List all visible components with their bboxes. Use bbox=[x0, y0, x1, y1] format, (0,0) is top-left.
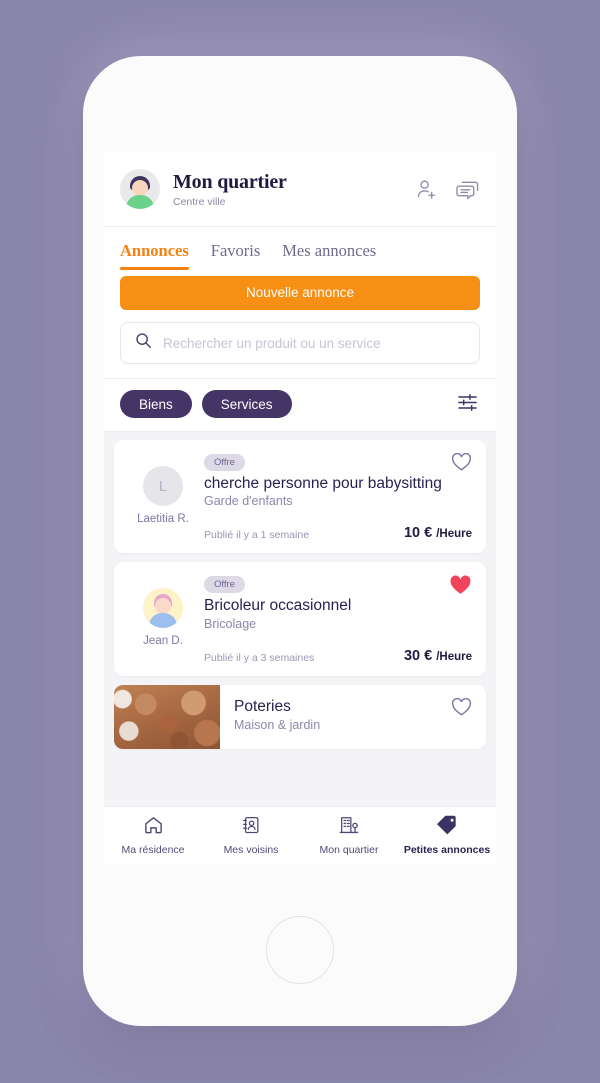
home-button[interactable] bbox=[266, 916, 334, 984]
search-bar[interactable] bbox=[120, 322, 480, 364]
author-name: Laetitia R. bbox=[137, 513, 189, 525]
app-header: Mon quartier Centre ville bbox=[104, 152, 496, 227]
avatar-body bbox=[126, 195, 154, 209]
listing-body: Poteries Maison & jardin bbox=[220, 685, 486, 749]
listing-author: L Laetitia R. bbox=[126, 452, 200, 541]
avatar-face bbox=[132, 180, 148, 196]
new-ad-button[interactable]: Nouvelle annonce bbox=[120, 276, 480, 310]
pottery-photo bbox=[114, 684, 220, 749]
tab-bar: Annonces Favoris Mes annonces bbox=[104, 227, 496, 270]
listing-title: Bricoleur occasionnel bbox=[204, 597, 352, 615]
bottom-navigation: Ma résidence Mes voisins Mon quartier Pe… bbox=[104, 806, 496, 864]
filter-chips-row: Biens Services bbox=[104, 378, 496, 432]
listings-list: L Laetitia R. Offre cherche personne pou… bbox=[104, 432, 496, 749]
listing-price: 30 € /Heure bbox=[404, 648, 472, 664]
nav-label: Ma résidence bbox=[121, 844, 185, 856]
price-unit: /Heure bbox=[436, 650, 472, 663]
nav-label: Mon quartier bbox=[319, 844, 379, 856]
avatar-body bbox=[149, 613, 177, 629]
add-user-icon[interactable] bbox=[415, 178, 438, 201]
search-section bbox=[104, 322, 496, 378]
status-badge: Offre bbox=[204, 454, 245, 471]
sliders-icon[interactable] bbox=[455, 391, 480, 417]
listing-footer: Publié il y a 3 semaines 30 € /Heure bbox=[204, 648, 472, 664]
listing-category: Garde d'enfants bbox=[204, 494, 293, 509]
chip-services[interactable]: Services bbox=[201, 390, 292, 418]
chat-bubbles-icon[interactable] bbox=[455, 178, 480, 201]
price-amount: 10 € bbox=[403, 525, 433, 542]
listing-category: Maison & jardin bbox=[234, 717, 321, 732]
phone-frame: Mon quartier Centre ville Annonces Favor… bbox=[83, 56, 517, 1026]
listing-title: Poteries bbox=[234, 697, 291, 715]
listing-title: cherche personne pour babysitting bbox=[204, 475, 442, 492]
status-badge: Offre bbox=[204, 576, 245, 594]
tab-mes-annonces[interactable]: Mes annonces bbox=[282, 241, 376, 270]
table-row[interactable]: Poteries Maison & jardin bbox=[114, 684, 486, 749]
listing-author: Jean D. bbox=[126, 574, 200, 663]
app-screen: Mon quartier Centre ville Annonces Favor… bbox=[104, 152, 496, 864]
heart-filled-icon[interactable] bbox=[449, 575, 472, 601]
tag-icon bbox=[436, 815, 458, 840]
listing-body: Offre cherche personne pour babysitting … bbox=[200, 452, 472, 541]
tab-favoris[interactable]: Favoris bbox=[211, 241, 261, 270]
nav-label: Petites annonces bbox=[403, 844, 491, 856]
table-row[interactable]: L Laetitia R. Offre cherche personne pou… bbox=[114, 440, 486, 554]
price-unit: /Heure bbox=[436, 528, 472, 541]
buildings-icon bbox=[338, 815, 360, 840]
listing-body: Offre Bricoleur occasionnel Bricolage Pu… bbox=[200, 574, 472, 664]
listing-date: Publié il y a 3 semaines bbox=[204, 651, 315, 664]
page-subtitle: Centre ville bbox=[173, 195, 226, 208]
nav-item-petites-annonces[interactable]: Petites annonces bbox=[398, 815, 496, 856]
avatar bbox=[143, 588, 183, 629]
nav-item-ma-residence[interactable]: Ma résidence bbox=[104, 815, 202, 856]
tab-annonces[interactable]: Annonces bbox=[120, 241, 189, 270]
search-icon bbox=[135, 332, 152, 354]
author-name: Jean D. bbox=[143, 635, 183, 648]
avatar: L bbox=[143, 466, 183, 506]
header-text: Mon quartier Centre ville bbox=[173, 171, 415, 208]
header-actions bbox=[415, 178, 480, 201]
contacts-icon bbox=[241, 815, 261, 840]
listing-date: Publié il y a 1 semaine bbox=[204, 529, 310, 542]
search-input[interactable] bbox=[163, 335, 465, 351]
price-amount: 30 € bbox=[403, 647, 433, 664]
listing-price: 10 € /Heure bbox=[404, 525, 472, 541]
nav-label: Mes voisins bbox=[223, 844, 279, 856]
listing-footer: Publié il y a 1 semaine 10 € /Heure bbox=[204, 525, 472, 541]
heart-outline-icon[interactable] bbox=[451, 452, 472, 477]
page-title: Mon quartier bbox=[173, 170, 287, 193]
nav-item-mes-voisins[interactable]: Mes voisins bbox=[202, 815, 300, 856]
listing-category: Bricolage bbox=[204, 616, 257, 631]
avatar[interactable] bbox=[120, 169, 160, 209]
avatar-face bbox=[155, 598, 171, 615]
home-icon bbox=[143, 815, 164, 840]
avatar-initial: L bbox=[158, 477, 168, 495]
new-ad-section: Nouvelle annonce bbox=[104, 270, 496, 322]
nav-item-mon-quartier[interactable]: Mon quartier bbox=[300, 815, 398, 856]
heart-outline-icon[interactable] bbox=[451, 697, 472, 722]
chip-biens[interactable]: Biens bbox=[120, 390, 192, 418]
table-row[interactable]: Jean D. Offre Bricoleur occasionnel Bric… bbox=[114, 562, 486, 676]
